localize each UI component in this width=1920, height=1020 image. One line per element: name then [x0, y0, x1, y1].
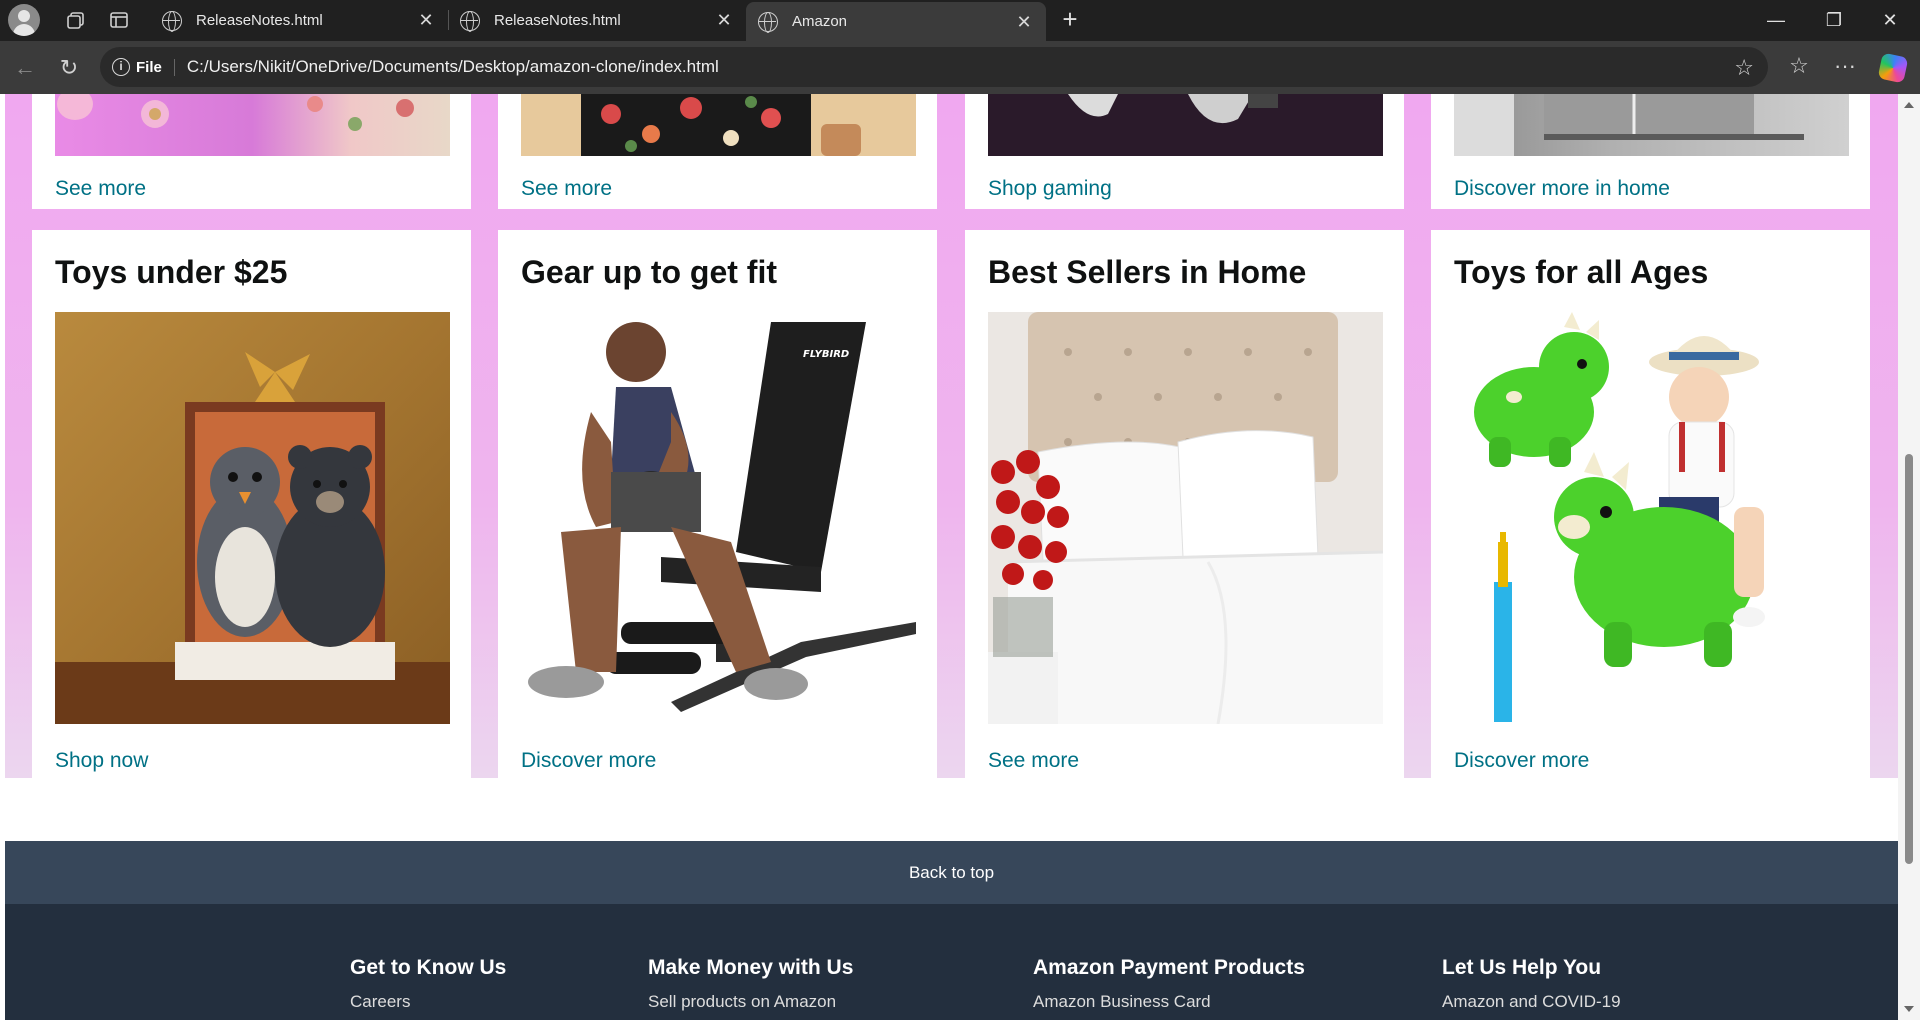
globe-icon: [758, 11, 778, 33]
address-bar[interactable]: i File C:/Users/Nikit/OneDrive/Documents…: [100, 47, 1768, 87]
shop-now-link[interactable]: Shop now: [55, 749, 148, 773]
see-more-link[interactable]: See more: [55, 177, 146, 201]
product-card: Gear up to get fit FLYBIRD Discover more: [498, 230, 937, 778]
restore-icon[interactable]: ❐: [1814, 4, 1854, 36]
url-text[interactable]: C:/Users/Nikit/OneDrive/Documents/Deskto…: [187, 57, 719, 77]
shop-gaming-link[interactable]: Shop gaming: [988, 177, 1112, 201]
vertical-scrollbar[interactable]: [1898, 94, 1920, 1020]
discover-more-link[interactable]: Discover more: [1454, 749, 1589, 773]
favorites-icon[interactable]: ☆: [1784, 53, 1814, 79]
browser-tab-bar: ReleaseNotes.html ✕ ReleaseNotes.html ✕ …: [0, 0, 1920, 41]
more-menu-icon[interactable]: ···: [1830, 53, 1860, 79]
tab-title: ReleaseNotes.html: [494, 12, 621, 29]
tab-title: Amazon: [792, 13, 848, 30]
card-title: Toys for all Ages: [1454, 254, 1709, 290]
footer-column: Make Money with Us Sell products on Amaz…: [648, 956, 853, 1012]
footer-column: Get to Know Us Careers: [350, 956, 506, 1012]
footer-link[interactable]: Amazon Business Card: [1033, 991, 1305, 1012]
page-viewport: See more See more Shop gaming Discover m…: [5, 94, 1898, 1020]
back-to-top-button[interactable]: Back to top: [5, 841, 1898, 904]
svg-text:FLYBIRD: FLYBIRD: [803, 349, 849, 360]
browser-tab[interactable]: ReleaseNotes.html ✕: [150, 0, 448, 41]
see-more-link[interactable]: See more: [521, 177, 612, 201]
product-image[interactable]: [521, 94, 916, 156]
product-image[interactable]: [1454, 312, 1849, 724]
minimize-icon[interactable]: —: [1756, 4, 1796, 36]
product-card: Toys for all Ages Discover more: [1431, 230, 1870, 778]
scroll-up-icon[interactable]: [1904, 102, 1914, 108]
close-tab-icon[interactable]: ✕: [1014, 12, 1034, 32]
browser-tab-active[interactable]: Amazon ✕: [746, 2, 1046, 41]
scrollbar-thumb[interactable]: [1905, 454, 1913, 864]
card-title: Gear up to get fit: [521, 254, 777, 290]
profile-avatar-icon[interactable]: [8, 4, 40, 36]
scroll-down-icon[interactable]: [1904, 1006, 1914, 1012]
product-card: Discover more in home: [1431, 94, 1870, 209]
footer-heading: Make Money with Us: [648, 956, 854, 979]
card-title: Best Sellers in Home: [988, 254, 1307, 290]
tab-actions-icon[interactable]: [103, 4, 135, 36]
favorite-star-icon[interactable]: ☆: [1734, 55, 1754, 81]
footer-link[interactable]: Amazon and COVID-19: [1442, 991, 1622, 1012]
see-more-link[interactable]: See more: [988, 749, 1079, 773]
new-tab-icon[interactable]: +: [1056, 6, 1084, 34]
footer-heading: Get to Know Us: [350, 956, 507, 979]
product-image[interactable]: [988, 94, 1383, 156]
product-image[interactable]: [1454, 94, 1849, 156]
product-card: Shop gaming: [965, 94, 1404, 209]
product-image[interactable]: FLYBIRD: [521, 312, 916, 724]
product-card: Toys under $25 Shop now: [32, 230, 471, 778]
back-icon[interactable]: ←: [10, 53, 40, 83]
footer-heading: Let Us Help You: [1442, 956, 1602, 979]
workspaces-icon[interactable]: [60, 4, 92, 36]
product-image[interactable]: [988, 312, 1383, 724]
browser-tab[interactable]: ReleaseNotes.html ✕: [448, 0, 746, 41]
info-icon[interactable]: i: [112, 58, 130, 76]
discover-more-link[interactable]: Discover more: [521, 749, 656, 773]
footer-column: Amazon Payment Products Amazon Business …: [1033, 956, 1305, 1012]
footer-column: Let Us Help You Amazon and COVID-19: [1442, 956, 1622, 1012]
footer-link[interactable]: Sell products on Amazon: [648, 991, 853, 1012]
product-card: See more: [498, 94, 937, 209]
refresh-icon[interactable]: ↻: [54, 53, 84, 83]
close-window-icon[interactable]: ✕: [1870, 4, 1910, 36]
address-bar-row: ← ↻ i File C:/Users/Nikit/OneDrive/Docum…: [0, 41, 1920, 94]
close-tab-icon[interactable]: ✕: [416, 10, 436, 30]
globe-icon: [162, 10, 182, 32]
product-image[interactable]: [55, 94, 450, 156]
product-card: Best Sellers in Home See more: [965, 230, 1404, 778]
product-image[interactable]: [55, 312, 450, 724]
tab-title: ReleaseNotes.html: [196, 12, 323, 29]
footer-link[interactable]: Careers: [350, 991, 506, 1012]
discover-more-in-home-link[interactable]: Discover more in home: [1454, 177, 1670, 201]
close-tab-icon[interactable]: ✕: [714, 10, 734, 30]
scheme-chip[interactable]: File: [136, 58, 175, 76]
footer: Get to Know Us Careers Make Money with U…: [5, 904, 1898, 1020]
footer-heading: Amazon Payment Products: [1033, 956, 1305, 979]
card-title: Toys under $25: [55, 254, 288, 290]
product-card: See more: [32, 94, 471, 209]
copilot-icon[interactable]: [1877, 52, 1909, 84]
globe-icon: [460, 10, 480, 32]
